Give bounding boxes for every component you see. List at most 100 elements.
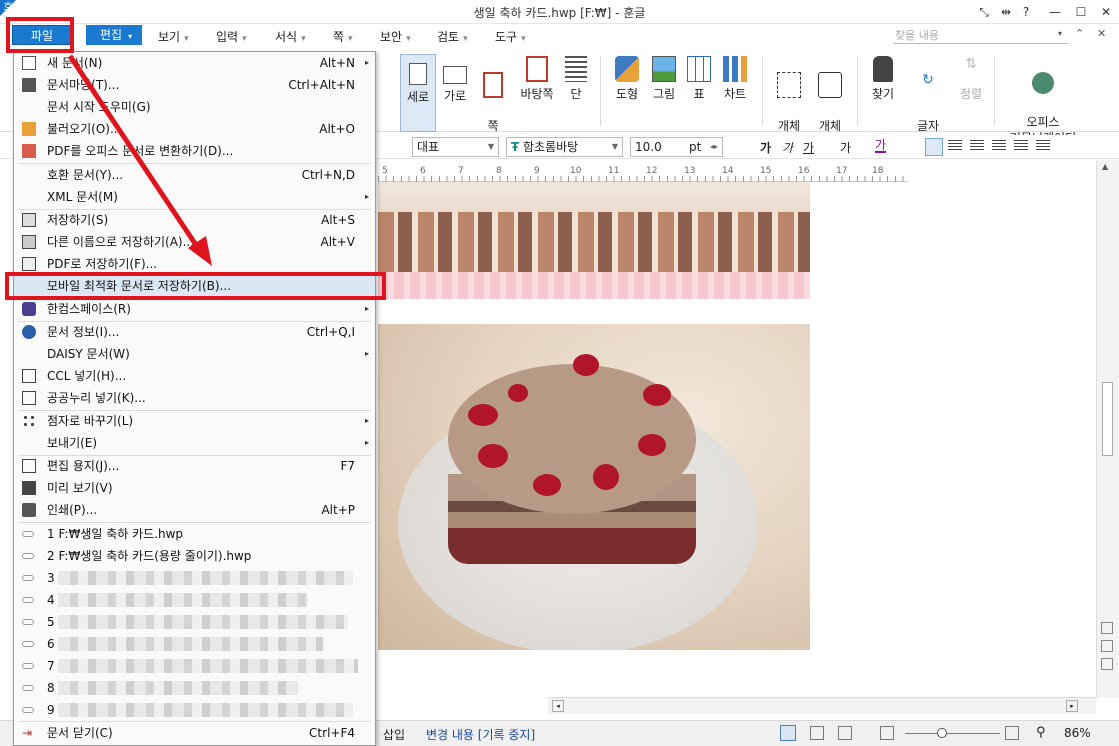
distribute-icon[interactable] — [1014, 140, 1028, 152]
divide-icon[interactable] — [1036, 140, 1050, 152]
underline-button[interactable]: 가 — [803, 139, 814, 156]
dessert-table-image[interactable] — [378, 182, 810, 299]
recent-file[interactable]: 8 — [14, 677, 375, 699]
menu-ccl[interactable]: CCL 넣기(H)... — [14, 365, 375, 387]
browse-object-icon[interactable] — [1101, 640, 1113, 652]
insert-mode[interactable]: 삽입 — [383, 726, 405, 743]
menu-close-document[interactable]: ⇥ 문서 닫기(C) Ctrl+F4 — [14, 722, 375, 744]
cake-image[interactable] — [378, 324, 810, 650]
align-center-icon[interactable] — [970, 140, 984, 152]
close-find-icon[interactable]: ✕ — [1097, 27, 1106, 40]
recent-file[interactable]: 7 — [14, 655, 375, 677]
menu-send[interactable]: 보내기(E) ▸ — [14, 432, 375, 454]
minimize-button[interactable]: — — [1046, 3, 1064, 21]
prev-page-icon[interactable] — [1101, 622, 1113, 634]
align-justify-icon[interactable] — [925, 138, 943, 156]
office-communicator-button[interactable]: 오피스 커뮤니케이터 — [1005, 56, 1081, 146]
font-size-select[interactable]: 10.0 pt ◂▸ — [630, 137, 723, 157]
menu-print[interactable]: 인쇄(P)... Alt+P — [14, 499, 375, 521]
close-button[interactable]: ✕ — [1097, 3, 1115, 21]
style-select[interactable]: 대표 ▼ — [412, 137, 499, 157]
recent-file[interactable]: 5 — [14, 611, 375, 633]
menu-daisy[interactable]: DAISY 문서(W) ▸ — [14, 343, 375, 365]
menu-new-document[interactable]: 새 문서(N) Alt+N ▸ — [14, 52, 375, 74]
recent-file[interactable]: 1 F:₩생일 축하 카드.hwp — [14, 523, 375, 545]
menu-format[interactable]: 서식 ▾ — [275, 28, 306, 45]
find-button[interactable]: 찾기 — [868, 56, 898, 102]
bold-button[interactable]: 가 — [760, 139, 771, 156]
find-input[interactable]: 찾을 내용 — [893, 27, 1068, 44]
zoom-slider[interactable] — [905, 733, 1000, 734]
menu-save-as[interactable]: 다른 이름으로 저장하기(A)... Alt+V — [14, 231, 375, 253]
master-page-button[interactable]: 바탕쪽 — [518, 56, 556, 102]
magnifier-icon[interactable]: ⚲ — [1036, 725, 1046, 740]
strike-button[interactable]: 가 — [840, 139, 851, 156]
landscape-button[interactable]: 가로 — [440, 56, 470, 104]
recent-file[interactable]: 2 F:₩생일 축하 카드(용량 줄이기).hwp — [14, 545, 375, 567]
track-changes-status[interactable]: 변경 내용 [기록 중지] — [426, 726, 535, 743]
menu-xml-doc[interactable]: XML 문서(M) ▸ — [14, 186, 375, 208]
align-right-icon[interactable] — [992, 140, 1006, 152]
shortcut: Alt+V — [320, 235, 355, 249]
zoom-out-icon[interactable] — [880, 726, 894, 740]
collapse-ribbon-icon[interactable]: ⌃ — [1075, 27, 1084, 40]
menu-preview[interactable]: 미리 보기(V) — [14, 477, 375, 499]
shape-button[interactable]: 도형 — [612, 56, 642, 102]
recent-file[interactable]: 9 — [14, 699, 375, 721]
italic-button[interactable]: 가 — [782, 139, 793, 156]
find-dropdown-icon[interactable]: ▾ — [1058, 29, 1062, 38]
menu-kogl[interactable]: 공공누리 넣기(K)... — [14, 387, 375, 409]
menu-compat-doc[interactable]: 호환 문서(Y)... Ctrl+N,D — [14, 164, 375, 186]
next-page-icon[interactable] — [1101, 658, 1113, 670]
edit-menu-button[interactable]: 편집 ▾ — [86, 25, 142, 45]
zoom-in-icon[interactable] — [1005, 726, 1019, 740]
columns-button[interactable]: 단 — [562, 56, 590, 102]
portrait-button[interactable]: 세로 — [400, 54, 436, 132]
sort-button[interactable]: ⇅ 정렬 — [956, 56, 986, 102]
align-left-icon[interactable] — [948, 140, 962, 152]
menu-page-setup[interactable]: 편집 용지(J)... F7 — [14, 455, 375, 477]
scroll-right-icon[interactable]: ▸ — [1066, 700, 1078, 712]
vertical-scrollbar[interactable]: ▲ — [1096, 160, 1119, 698]
portrait-icon — [409, 63, 427, 85]
picture-button[interactable]: 그림 — [649, 56, 679, 102]
font-select[interactable]: Ŧ 함초롬바탕 ▼ — [506, 137, 623, 157]
recent-file[interactable]: 6 — [14, 633, 375, 655]
restore-view-icon[interactable]: ⤡ — [975, 3, 993, 21]
menu-label: 쪽 — [333, 30, 345, 44]
menu-doc-info[interactable]: 문서 정보(I)... Ctrl+Q,I — [14, 321, 375, 343]
menu-hancom-space[interactable]: 한컴스페이스(R) ▸ — [14, 298, 375, 320]
menu-templates[interactable]: 문서마당(T)... Ctrl+Alt+N — [14, 74, 375, 96]
menu-save[interactable]: 저장하기(S) Alt+S — [14, 209, 375, 231]
full-view-icon[interactable] — [838, 726, 852, 740]
menu-tools[interactable]: 도구 ▾ — [495, 28, 526, 45]
split-icon[interactable]: ⇹ — [997, 3, 1015, 21]
file-highlight-box — [6, 17, 74, 53]
zoom-level[interactable]: 86% — [1064, 726, 1091, 740]
table-button[interactable]: 표 — [687, 56, 711, 102]
menu-start-helper[interactable]: 문서 시작 도우미(G) — [14, 96, 375, 118]
menu-insert[interactable]: 입력 ▾ — [216, 28, 247, 45]
help-icon[interactable]: ? — [1017, 3, 1035, 21]
menu-braille[interactable]: 점자로 바꾸기(L) ▸ — [14, 410, 375, 432]
menu-item-label: 호환 문서(Y)... — [47, 168, 124, 182]
menu-review[interactable]: 검토 ▾ — [437, 28, 468, 45]
maximize-button[interactable]: ☐ — [1072, 3, 1090, 21]
recent-file[interactable]: 3 — [14, 567, 375, 589]
page-view-icon[interactable] — [780, 725, 796, 741]
menu-security[interactable]: 보안 ▾ — [380, 28, 411, 45]
recent-file[interactable]: 4 — [14, 589, 375, 611]
scroll-up-icon[interactable]: ▲ — [1102, 162, 1108, 171]
zoom-slider-thumb[interactable] — [937, 728, 947, 738]
horizontal-scrollbar[interactable]: ◂ ▸ — [548, 697, 1096, 714]
font-color-button[interactable]: 가 — [875, 139, 887, 153]
menu-item-label: 공공누리 넣기(K)... — [47, 391, 146, 405]
menu-pdf-convert[interactable]: PDF를 오피스 문서로 변환하기(D)... — [14, 140, 375, 162]
width-view-icon[interactable] — [810, 726, 824, 740]
chart-button[interactable]: 차트 — [721, 56, 749, 102]
scroll-thumb[interactable] — [1102, 382, 1113, 456]
menu-open[interactable]: 불러오기(O)... Alt+O — [14, 118, 375, 140]
menu-view[interactable]: 보기 ▾ — [158, 28, 189, 45]
menu-page[interactable]: 쪽 ▾ — [333, 28, 353, 45]
scroll-left-icon[interactable]: ◂ — [552, 700, 564, 712]
